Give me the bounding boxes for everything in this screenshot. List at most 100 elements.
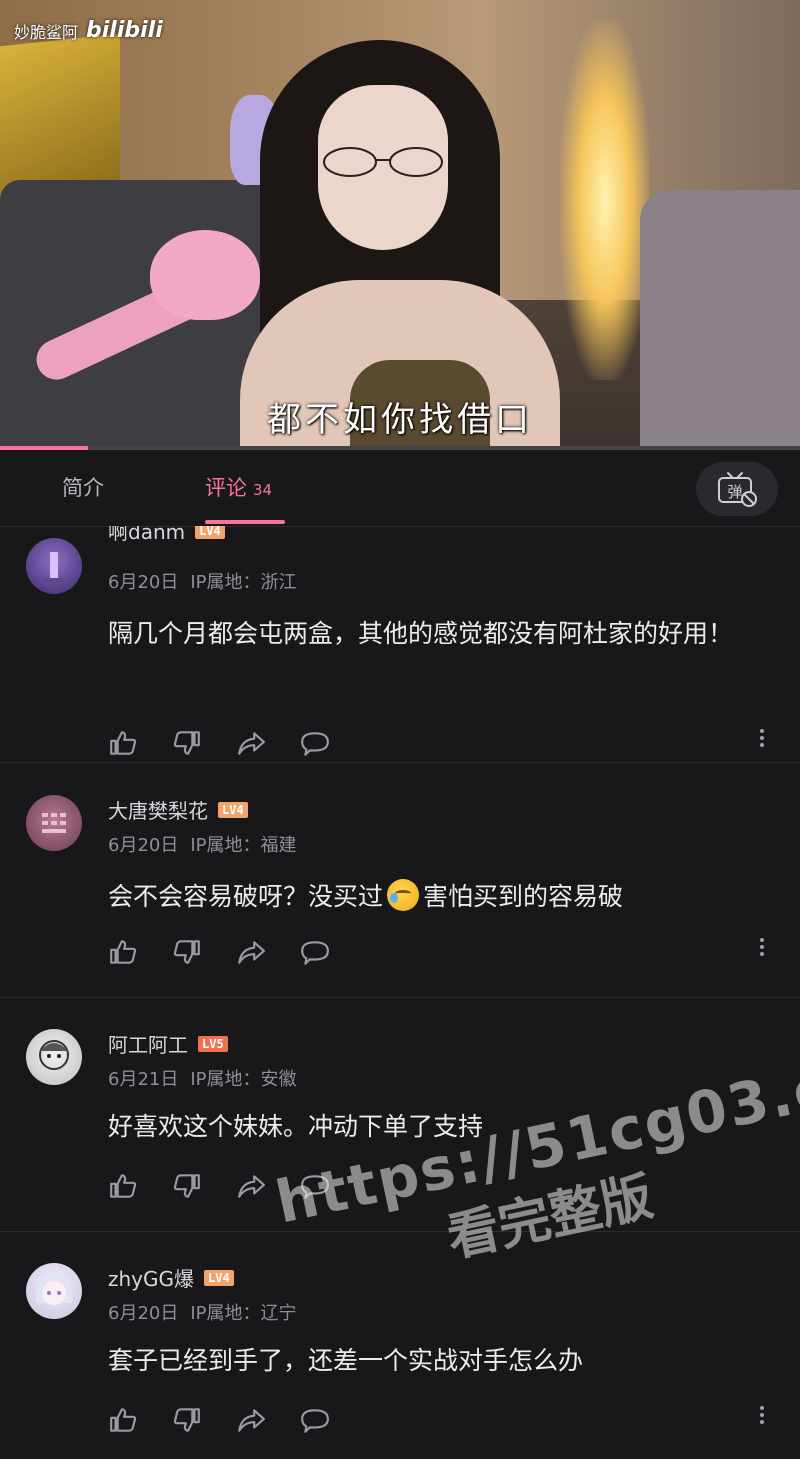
- tab-comments-count: 34: [253, 481, 273, 499]
- video-lamp: [560, 20, 650, 380]
- level-badge: LV4: [204, 1269, 234, 1286]
- comment-username[interactable]: 阿工阿工: [108, 1029, 188, 1058]
- tab-intro-label: 简介: [62, 476, 104, 500]
- share-button[interactable]: [236, 937, 266, 967]
- comment-username[interactable]: 啊danm: [108, 526, 185, 545]
- comment-item: 啊danm LV4 6月20日 IP属地：浙江 隔几个月都会屯两盒，其他的感觉都没…: [0, 526, 800, 763]
- tab-active-indicator: [205, 520, 285, 524]
- more-options-icon[interactable]: [760, 726, 766, 750]
- comment-item: zhyGG爆 LV4 6月20日 IP属地：辽宁 套子已经到手了，还差一个实战对手…: [0, 1231, 800, 1459]
- comment-text-after: 害怕买到的容易破: [423, 882, 624, 911]
- thumbs-down-icon: [173, 1408, 200, 1432]
- user-avatar[interactable]: [26, 1263, 82, 1319]
- danmaku-toggle-button[interactable]: 弹: [696, 462, 778, 516]
- reply-bubble-icon: [301, 1409, 329, 1433]
- comment-text: 套子已经到手了，还差一个实战对手怎么办: [108, 1346, 584, 1375]
- tab-intro[interactable]: 简介: [62, 472, 104, 502]
- more-options-icon[interactable]: [760, 935, 766, 959]
- share-icon: [238, 1409, 265, 1432]
- thumbs-down-icon: [173, 940, 200, 964]
- thumbs-down-icon: [173, 1174, 200, 1198]
- reply-button[interactable]: [300, 728, 330, 758]
- comment-username-row: 阿工阿工 LV5: [108, 1029, 228, 1058]
- thumbs-up-icon: [110, 1408, 137, 1432]
- dislike-button[interactable]: [172, 937, 202, 967]
- comment-meta: 6月20日 IP属地：福建: [108, 831, 297, 857]
- reply-bubble-icon: [301, 1175, 329, 1199]
- video-watermark: 妙脆鲨阿 bilibili: [14, 18, 163, 43]
- glasses-icon: [323, 147, 443, 177]
- level-badge: LV4: [218, 801, 248, 818]
- share-button[interactable]: [236, 1405, 266, 1435]
- comment-username-row: 啊danm LV4: [108, 526, 225, 545]
- uploader-watermark: 妙脆鲨阿: [14, 22, 79, 42]
- comment-meta: 6月20日 IP属地：浙江: [108, 568, 297, 594]
- comment-ip: IP属地：浙江: [190, 572, 297, 593]
- comment-meta: 6月21日 IP属地：安徽: [108, 1065, 297, 1091]
- like-button[interactable]: [108, 1405, 138, 1435]
- comment-text-before: 会不会容易破呀？没买过: [108, 882, 384, 911]
- share-button[interactable]: [236, 1171, 266, 1201]
- comment-username[interactable]: zhyGG爆: [108, 1263, 194, 1292]
- tab-bar: 简介 评论 34: [0, 450, 800, 527]
- user-avatar[interactable]: [26, 1029, 82, 1085]
- comment-actions: [108, 1171, 330, 1201]
- like-button[interactable]: [108, 728, 138, 758]
- avatar-anime-icon: [36, 1271, 72, 1305]
- comment-actions: [108, 728, 330, 758]
- tab-comments[interactable]: 评论 34: [205, 472, 272, 502]
- comment-username-row: zhyGG爆 LV4: [108, 1263, 234, 1292]
- video-subtitle: 都不如你找借口: [267, 400, 533, 440]
- reply-button[interactable]: [300, 1405, 330, 1435]
- dislike-button[interactable]: [172, 728, 202, 758]
- reply-bubble-icon: [301, 732, 329, 756]
- svg-text:弹: 弹: [727, 483, 742, 501]
- crying-laugh-emoji-icon: [387, 879, 420, 911]
- level-badge: LV4: [195, 526, 225, 539]
- avatar-sketch-icon: [39, 1040, 69, 1070]
- avatar-grid-icon: [42, 813, 66, 833]
- video-plush-star: [150, 230, 260, 320]
- comment-list: 啊danm LV4 6月20日 IP属地：浙江 隔几个月都会屯两盒，其他的感觉都没…: [0, 526, 800, 1459]
- thumbs-up-icon: [110, 940, 137, 964]
- comment-date: 6月21日: [108, 1069, 179, 1090]
- reply-bubble-icon: [301, 941, 329, 965]
- comment-username[interactable]: 大唐樊梨花: [108, 795, 208, 824]
- share-icon: [238, 941, 265, 964]
- danmaku-off-icon: 弹: [718, 472, 757, 507]
- comment-text: 隔几个月都会屯两盒，其他的感觉都没有阿杜家的好用！: [108, 619, 734, 648]
- comment-item: 阿工阿工 LV5 6月21日 IP属地：安徽 好喜欢这个妹妹。冲动下单了支持: [0, 997, 800, 1232]
- comment-text: 会不会容易破呀？没买过 害怕买到的容易破: [108, 875, 773, 919]
- comment-meta: 6月20日 IP属地：辽宁: [108, 1299, 297, 1325]
- comment-date: 6月20日: [108, 572, 179, 593]
- comment-item: 大唐樊梨花 LV4 6月20日 IP属地：福建 会不会容易破呀？没买过 害怕买到的容…: [0, 763, 800, 998]
- comment-ip: IP属地：福建: [190, 835, 297, 856]
- thumbs-down-icon: [173, 731, 200, 755]
- share-icon: [238, 1175, 265, 1198]
- comment-ip: IP属地：安徽: [190, 1069, 297, 1090]
- thumbs-up-icon: [110, 731, 137, 755]
- reply-button[interactable]: [300, 1171, 330, 1201]
- tab-comments-label: 评论: [205, 476, 247, 500]
- user-avatar[interactable]: [26, 538, 82, 594]
- video-player[interactable]: 妙脆鲨阿 bilibili 都不如你找借口: [0, 0, 800, 450]
- comment-date: 6月20日: [108, 1303, 179, 1324]
- comment-actions: [108, 937, 330, 967]
- share-button[interactable]: [236, 728, 266, 758]
- avatar-figure-icon: [44, 552, 64, 584]
- dislike-button[interactable]: [172, 1405, 202, 1435]
- comment-actions: [108, 1405, 330, 1435]
- share-icon: [238, 732, 265, 755]
- comment-date: 6月20日: [108, 835, 179, 856]
- reply-button[interactable]: [300, 937, 330, 967]
- comment-username-row: 大唐樊梨花 LV4: [108, 795, 248, 824]
- more-options-icon[interactable]: [760, 1403, 766, 1427]
- comment-text: 好喜欢这个妹妹。冲动下单了支持: [108, 1112, 484, 1141]
- bilibili-logo: bilibili: [86, 18, 163, 43]
- like-button[interactable]: [108, 937, 138, 967]
- level-badge: LV5: [198, 1035, 228, 1052]
- user-avatar[interactable]: [26, 795, 82, 851]
- thumbs-up-icon: [110, 1174, 137, 1198]
- dislike-button[interactable]: [172, 1171, 202, 1201]
- like-button[interactable]: [108, 1171, 138, 1201]
